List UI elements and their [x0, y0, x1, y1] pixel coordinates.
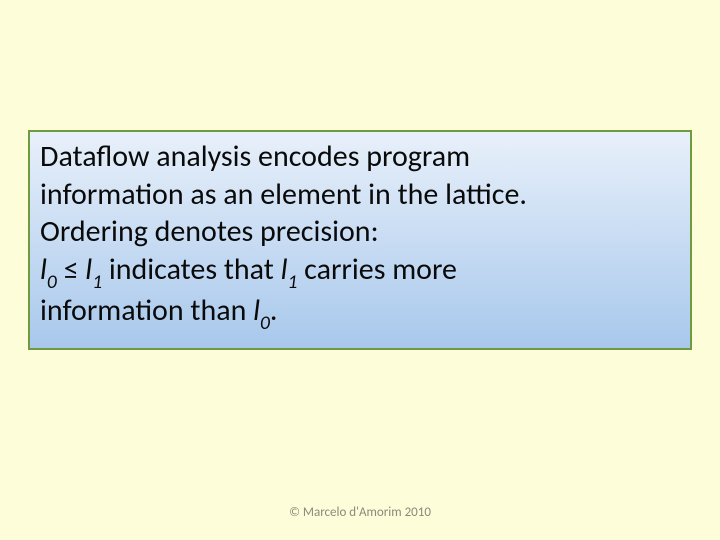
text-indicates: indicates that	[102, 251, 281, 288]
content-box: Dataflow analysis encodes program inform…	[28, 130, 692, 350]
text-line-5a: information than	[40, 292, 253, 329]
slide-body-text: Dataflow analysis encodes program inform…	[40, 138, 680, 333]
text-line-2: information as an element in the lattice…	[40, 176, 527, 213]
var-l0-l: l	[40, 251, 47, 288]
text-line-1: Dataflow analysis encodes program	[40, 138, 470, 175]
text-carries: carries more	[297, 251, 457, 288]
text-period: .	[270, 292, 278, 329]
var-l1b-sub: 1	[287, 270, 297, 294]
footer-copyright: © Marcelo d'Amorim 2010	[0, 505, 720, 520]
var-l1-sub: 1	[92, 270, 102, 294]
var-l0b-l: l	[253, 292, 260, 329]
var-l0-sub: 0	[47, 270, 57, 294]
leq-symbol: ≤	[57, 251, 86, 288]
text-line-3a: Ordering denotes precision:	[40, 213, 379, 250]
var-l0b-sub: 0	[260, 311, 270, 335]
